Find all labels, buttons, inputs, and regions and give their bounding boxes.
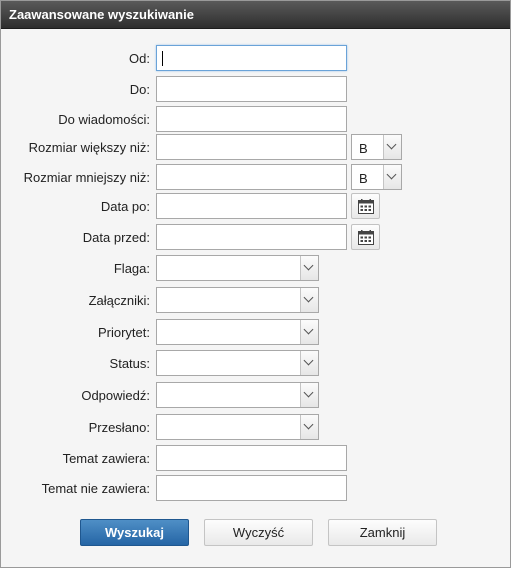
date-before-label: Data przed: [82, 230, 150, 245]
status-label: Status: [109, 356, 150, 371]
from-input[interactable] [156, 45, 347, 71]
flag-dropdown-button[interactable] [300, 256, 318, 280]
date-before-input[interactable] [156, 224, 347, 250]
search-button[interactable]: Wyszukaj [80, 519, 189, 546]
chevron-down-icon [386, 169, 397, 180]
to-row: Do: [1, 76, 510, 102]
size-greater-input[interactable] [156, 134, 347, 160]
subject-contains-input[interactable] [156, 445, 347, 471]
priority-dropdown-button[interactable] [300, 320, 318, 344]
priority-label: Priorytet: [97, 325, 150, 340]
reply-dropdown-button[interactable] [300, 383, 318, 407]
priority-select[interactable] [156, 319, 319, 345]
date-after-input[interactable] [156, 193, 347, 219]
calendar-icon [358, 199, 374, 214]
size-less-row: Rozmiar mniejszy niż: B [1, 164, 510, 190]
status-select[interactable] [156, 350, 319, 376]
size-less-unit-value: B [359, 171, 368, 186]
chevron-down-icon [303, 355, 314, 366]
date-after-label: Data po: [100, 199, 150, 214]
status-row: Status: [1, 350, 510, 376]
advanced-search-dialog: Zaawansowane wyszukiwanie Od: Do: Do wia… [0, 0, 511, 568]
cc-label: Do wiadomości: [58, 112, 150, 127]
reply-select[interactable] [156, 382, 319, 408]
chevron-down-icon [386, 139, 397, 150]
from-row: Od: [1, 45, 510, 71]
to-label: Do: [129, 82, 150, 97]
text-caret [162, 51, 163, 66]
status-dropdown-button[interactable] [300, 351, 318, 375]
close-button[interactable]: Zamknij [328, 519, 437, 546]
calendar-icon [358, 230, 374, 245]
size-greater-unit-dropdown-button[interactable] [383, 135, 401, 159]
to-input[interactable] [156, 76, 347, 102]
attachments-select[interactable] [156, 287, 319, 313]
chevron-down-icon [303, 419, 314, 430]
priority-row: Priorytet: [1, 319, 510, 345]
attachments-label: Załączniki: [88, 293, 150, 308]
subject-contains-row: Temat zawiera: [1, 445, 510, 471]
size-less-input[interactable] [156, 164, 347, 190]
chevron-down-icon [303, 292, 314, 303]
size-less-unit-dropdown-button[interactable] [383, 165, 401, 189]
cc-row: Do wiadomości: [1, 106, 510, 132]
attachments-dropdown-button[interactable] [300, 288, 318, 312]
size-less-unit-select[interactable]: B [351, 164, 402, 190]
cc-input[interactable] [156, 106, 347, 132]
subject-not-contains-row: Temat nie zawiera: [1, 475, 510, 501]
dialog-title: Zaawansowane wyszukiwanie [9, 7, 194, 22]
size-greater-unit-value: B [359, 141, 368, 156]
date-before-calendar-button[interactable] [351, 224, 380, 250]
attachments-row: Załączniki: [1, 287, 510, 313]
forwarded-label: Przesłano: [88, 420, 150, 435]
chevron-down-icon [303, 387, 314, 398]
size-greater-row: Rozmiar większy niż: B [1, 134, 510, 160]
forwarded-row: Przesłano: [1, 414, 510, 440]
flag-select[interactable] [156, 255, 319, 281]
date-before-row: Data przed: [1, 224, 510, 250]
reply-label: Odpowiedź: [81, 388, 150, 403]
forwarded-select[interactable] [156, 414, 319, 440]
size-greater-unit-select[interactable]: B [351, 134, 402, 160]
flag-row: Flaga: [1, 255, 510, 281]
size-greater-label: Rozmiar większy niż: [28, 140, 150, 155]
flag-label: Flaga: [113, 261, 150, 276]
dialog-titlebar[interactable]: Zaawansowane wyszukiwanie [1, 1, 510, 29]
size-less-label: Rozmiar mniejszy niż: [23, 170, 150, 185]
date-after-row: Data po: [1, 193, 510, 219]
subject-not-contains-input[interactable] [156, 475, 347, 501]
chevron-down-icon [303, 260, 314, 271]
clear-button[interactable]: Wyczyść [204, 519, 313, 546]
date-after-calendar-button[interactable] [351, 193, 380, 219]
forwarded-dropdown-button[interactable] [300, 415, 318, 439]
subject-contains-label: Temat zawiera: [62, 451, 150, 466]
reply-row: Odpowiedź: [1, 382, 510, 408]
subject-not-contains-label: Temat nie zawiera: [41, 481, 150, 496]
from-label: Od: [129, 51, 150, 66]
chevron-down-icon [303, 324, 314, 335]
